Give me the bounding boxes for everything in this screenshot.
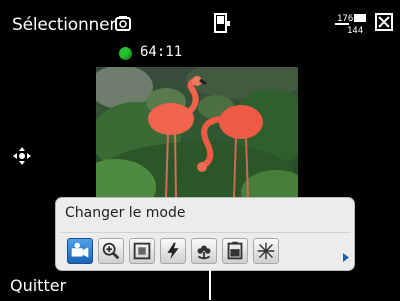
white-balance-icon [257,242,275,260]
zoom-icon [102,242,120,260]
mode-toolbar [60,232,350,265]
camera-icon[interactable] [115,15,131,31]
device-phone-icon[interactable] [213,12,231,34]
close-button[interactable] [375,13,393,31]
white-balance-mode-button[interactable] [253,238,279,264]
quit-softkey[interactable]: Quitter [10,276,66,295]
recording-timer: 64:11 [140,44,183,60]
change-mode-panel: Changer le mode [56,198,354,270]
resolution-height: 144 [347,26,363,35]
frame-mode-button[interactable] [129,238,155,264]
recording-status-icon [119,47,132,60]
exposure-mode-button[interactable] [222,238,248,264]
flamingo-preview-image [96,67,298,209]
change-mode-title: Changer le mode [65,205,186,221]
video-camera-icon [71,242,89,258]
exposure-icon [227,241,243,260]
macro-flower-icon [197,245,211,260]
resolution-icon[interactable]: 176 144 [335,11,369,36]
scroll-right-icon[interactable] [343,247,349,262]
macro-mode-button[interactable] [191,238,217,264]
select-label[interactable]: Sélectionner [12,15,116,35]
frame-icon [133,242,151,260]
move-cursor-icon[interactable] [13,147,31,165]
resolution-width: 176 [337,14,353,24]
flash-mode-button[interactable] [160,238,186,264]
camera-preview [96,67,298,209]
flash-icon [167,242,179,260]
close-icon [378,16,390,28]
zoom-mode-button[interactable] [98,238,124,264]
video-mode-button[interactable] [67,238,93,264]
center-softkey-indicator [209,270,211,300]
